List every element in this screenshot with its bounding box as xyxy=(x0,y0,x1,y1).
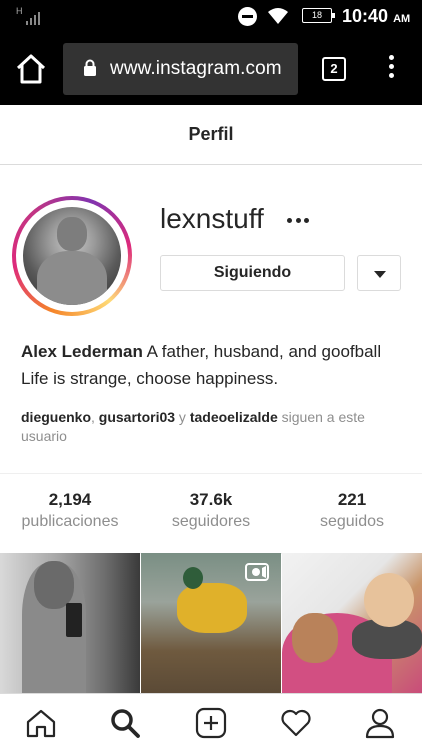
avatar[interactable] xyxy=(23,207,121,305)
post-thumbnail[interactable] xyxy=(282,553,422,693)
profile-stats: 2,194 publicaciones 37.6k seguidores 221… xyxy=(0,473,422,554)
more-options-icon[interactable] xyxy=(287,218,309,224)
video-icon xyxy=(245,563,269,581)
suggestions-dropdown-button[interactable] xyxy=(357,255,401,291)
search-icon[interactable] xyxy=(108,706,142,740)
do-not-disturb-icon xyxy=(238,7,257,26)
stat-value: 37.6k xyxy=(189,490,233,509)
post-thumbnail[interactable] xyxy=(141,553,281,693)
profile-bio: Alex Lederman A father, husband, and goo… xyxy=(21,338,406,392)
follower-link[interactable]: gusartori03 xyxy=(99,409,175,425)
separator: y xyxy=(175,409,190,425)
home-icon[interactable] xyxy=(24,706,58,740)
tab-switcher-button[interactable]: 2 xyxy=(322,57,346,81)
browser-toolbar: www.instagram.com 2 xyxy=(0,33,422,105)
signal-icon xyxy=(26,12,40,25)
stat-label: seguidos xyxy=(319,513,385,530)
home-icon[interactable] xyxy=(14,53,48,85)
stat-label: publicaciones xyxy=(21,513,119,530)
stat-value: 221 xyxy=(337,490,367,509)
triangle-down-icon xyxy=(374,271,386,278)
page-title: Perfil xyxy=(188,124,234,144)
profile-full-name: Alex Lederman xyxy=(21,342,143,361)
bottom-navigation xyxy=(0,693,422,750)
post-thumbnail[interactable] xyxy=(0,553,140,693)
battery-icon: 18 xyxy=(302,8,335,23)
stat-following[interactable]: 221 seguidos xyxy=(282,490,422,531)
posts-grid xyxy=(0,553,422,693)
follower-link[interactable]: dieguenko xyxy=(21,409,91,425)
stat-value: 2,194 xyxy=(48,490,92,509)
stat-followers[interactable]: 37.6k seguidores xyxy=(141,490,281,531)
followed-by-text[interactable]: dieguenko, gusartori03 y tadeoelizalde s… xyxy=(21,408,406,446)
profile-icon[interactable] xyxy=(363,706,397,740)
follower-link[interactable]: tadeoelizalde xyxy=(190,409,278,425)
network-type: H xyxy=(16,6,23,16)
new-post-icon[interactable] xyxy=(194,706,228,740)
address-bar[interactable]: www.instagram.com xyxy=(63,43,298,95)
browser-menu-icon[interactable] xyxy=(385,55,397,83)
lock-icon xyxy=(84,59,96,76)
separator: , xyxy=(91,409,99,425)
stat-label: seguidores xyxy=(171,513,251,530)
url-text: www.instagram.com xyxy=(110,58,282,79)
profile-username: lexnstuff xyxy=(160,203,264,234)
activity-heart-icon[interactable] xyxy=(279,706,313,740)
status-bar: H 18 10:40 AM xyxy=(0,0,422,33)
page-header: Perfil xyxy=(0,105,422,165)
wifi-icon xyxy=(268,8,288,24)
following-button[interactable]: Siguiendo xyxy=(160,255,345,291)
stat-posts: 2,194 publicaciones xyxy=(0,490,140,531)
clock: 10:40 AM xyxy=(342,6,411,26)
story-ring[interactable] xyxy=(12,196,132,316)
